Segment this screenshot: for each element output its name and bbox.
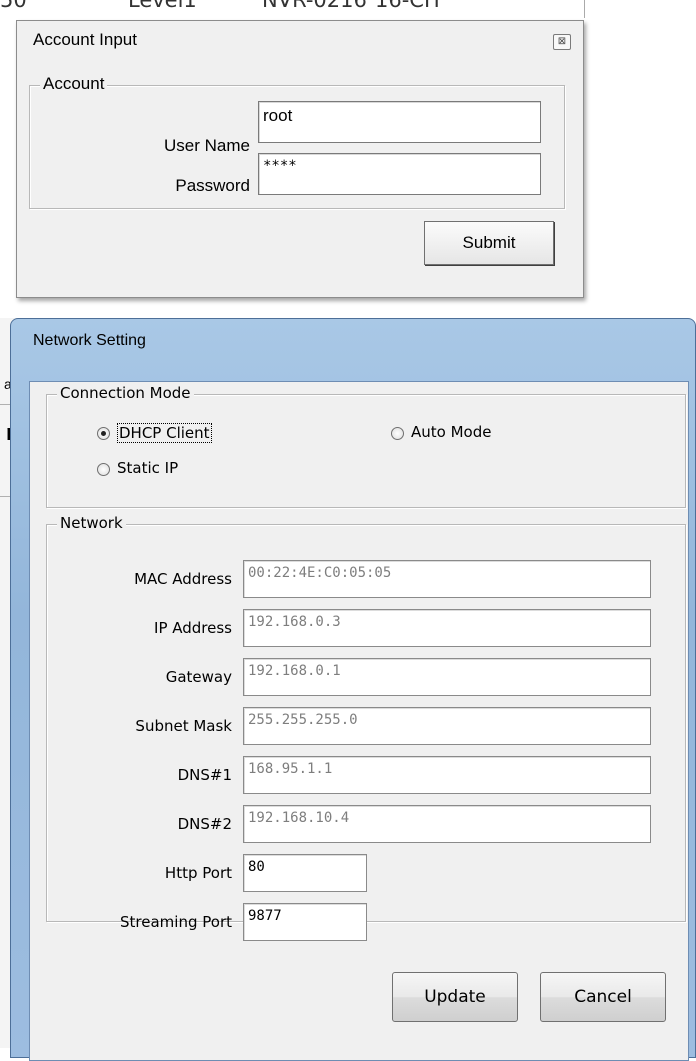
gateway-label: Gateway (165, 668, 232, 686)
network-setting-dialog: Network Setting Connection Mode DHCP Cli… (10, 318, 696, 1061)
background-text: Level1 (128, 0, 197, 12)
title-bar: Account Input ⊠ (17, 21, 583, 57)
username-field[interactable]: root (258, 101, 541, 143)
dialog-title: Account Input (33, 30, 137, 49)
close-icon[interactable]: ⊠ (553, 34, 571, 50)
background-text: NVR-0216 (262, 0, 367, 12)
update-button[interactable]: Update (392, 972, 518, 1022)
background-divider (584, 0, 585, 18)
username-label: User Name (164, 136, 250, 155)
password-field[interactable]: **** (258, 153, 541, 195)
ip-address-field[interactable]: 192.168.0.3 (243, 609, 651, 647)
connection-mode-groupbox: Connection Mode DHCP Client Auto Mode St… (46, 384, 686, 508)
dialog-title: Network Setting (33, 332, 146, 349)
submit-button[interactable]: Submit (424, 221, 554, 265)
account-input-dialog: Account Input ⊠ Account User Name root P… (16, 20, 584, 298)
mac-address-label: MAC Address (134, 570, 232, 588)
subnet-mask-label: Subnet Mask (135, 717, 232, 735)
dhcp-client-radio[interactable] (97, 427, 110, 440)
static-ip-radio[interactable] (97, 463, 110, 476)
cancel-button[interactable]: Cancel (540, 972, 666, 1022)
dhcp-client-label[interactable]: DHCP Client (117, 423, 212, 443)
dns2-label: DNS#2 (177, 815, 232, 833)
static-ip-label[interactable]: Static IP (117, 459, 178, 477)
background-text: 16-CH (375, 0, 440, 12)
dialog-body: Connection Mode DHCP Client Auto Mode St… (29, 381, 689, 1061)
background-text: 50 (0, 0, 27, 12)
dns1-label: DNS#1 (177, 766, 232, 784)
gateway-field[interactable]: 192.168.0.1 (243, 658, 651, 696)
background-app-strip: 50 Level1 NVR-0216 16-CH (0, 0, 696, 20)
auto-mode-label[interactable]: Auto Mode (411, 423, 491, 441)
group-label: Account (40, 74, 108, 94)
dns1-field[interactable]: 168.95.1.1 (243, 756, 651, 794)
auto-mode-radio[interactable] (391, 427, 404, 440)
group-label: Connection Mode (57, 384, 194, 402)
streaming-port-field[interactable]: 9877 (243, 903, 367, 941)
password-label: Password (175, 176, 250, 195)
network-groupbox: Network MAC Address 00:22:4E:C0:05:05 IP… (46, 514, 686, 941)
http-port-field[interactable]: 80 (243, 854, 367, 892)
subnet-mask-field[interactable]: 255.255.255.0 (243, 707, 651, 745)
ip-address-label: IP Address (154, 619, 232, 637)
mac-address-field[interactable]: 00:22:4E:C0:05:05 (243, 560, 651, 598)
account-groupbox: Account User Name root Password **** (29, 74, 565, 209)
group-label: Network (57, 514, 126, 532)
streaming-port-label: Streaming Port (120, 913, 232, 931)
dns2-field[interactable]: 192.168.10.4 (243, 805, 651, 843)
http-port-label: Http Port (164, 864, 232, 882)
